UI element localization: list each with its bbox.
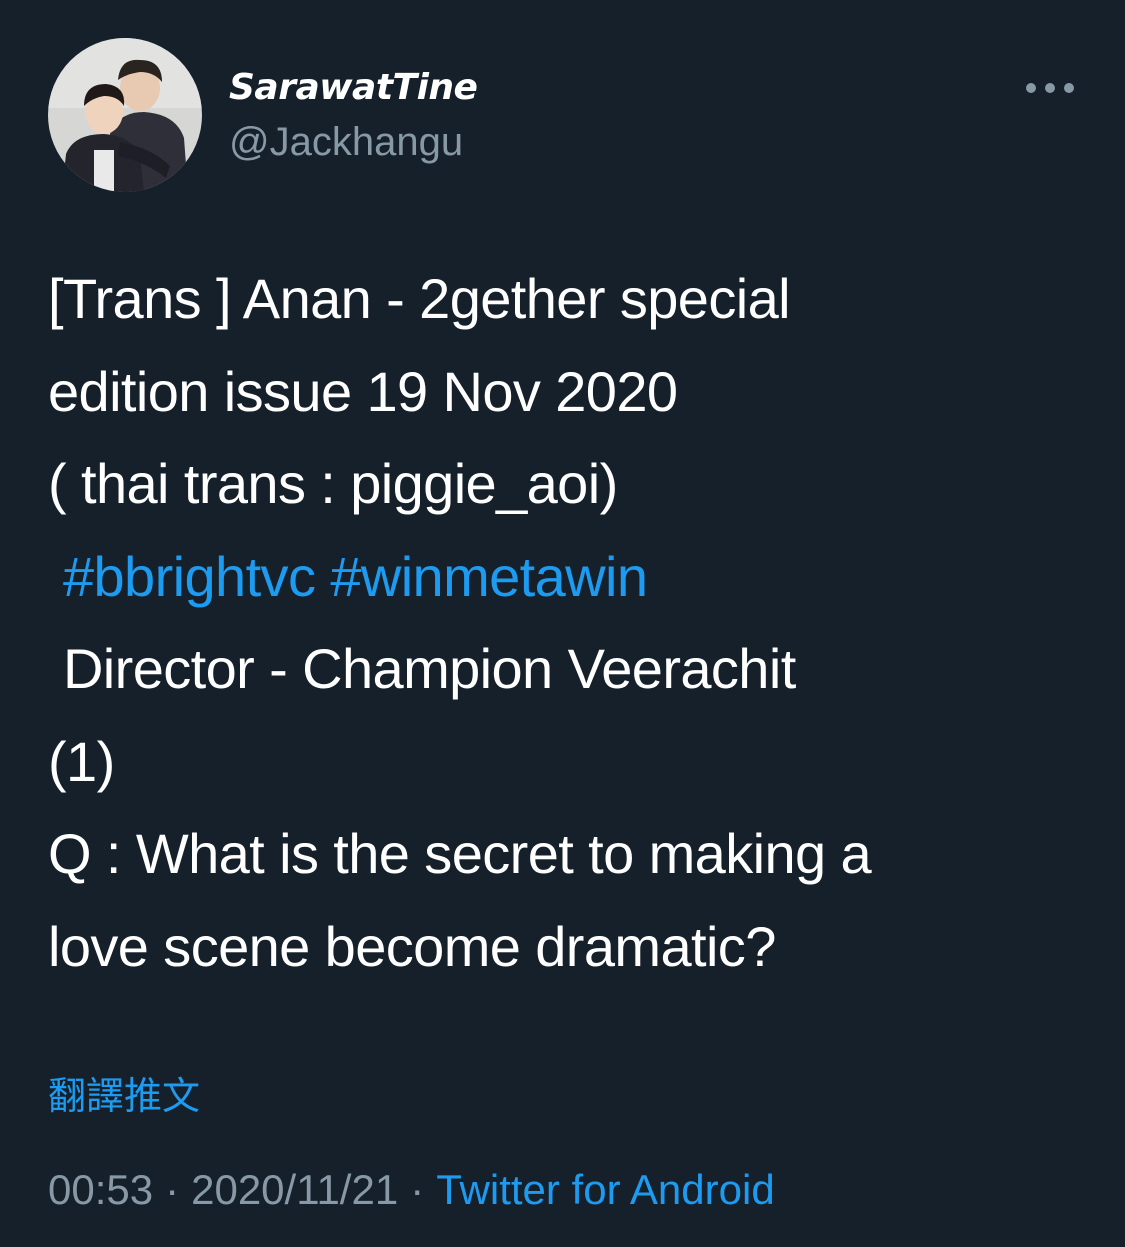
separator-dot: · xyxy=(410,1166,425,1213)
hashtag-link[interactable]: #bbrightvc xyxy=(63,545,316,608)
separator-dot: · xyxy=(165,1166,180,1213)
tweet-detail: SarawatTine @Jackhangu [Trans ] Anan - 2… xyxy=(0,0,1125,1247)
tweet-text-line: love scene become dramatic? xyxy=(48,914,776,978)
tweet-text-line: Q : What is the secret to making a xyxy=(48,822,872,885)
tweet-text-line: (1) xyxy=(48,729,115,793)
translate-tweet-link[interactable]: 翻譯推文 xyxy=(48,1072,200,1120)
tweet-metadata: 00:53 · 2020/11/21 · Twitter for Android xyxy=(48,1162,775,1218)
profile-photo-icon xyxy=(48,38,202,192)
tweet-body: [Trans ] Anan - 2gether special edition … xyxy=(48,253,1088,993)
tweet-text-line: ( thai trans : piggie_aoi) xyxy=(48,452,618,515)
display-name[interactable]: SarawatTine xyxy=(229,66,478,110)
tweet-text-line: [Trans ] Anan - 2gether special xyxy=(48,267,791,330)
tweet-time: 00:53 xyxy=(48,1166,154,1213)
more-options-button[interactable] xyxy=(1020,68,1080,108)
user-handle[interactable]: @Jackhangu xyxy=(229,118,463,166)
hashtag-line: #bbrightvc #winmetawin xyxy=(48,531,1088,624)
tweet-text-line: Director - Champion Veerachit xyxy=(48,637,796,700)
tweet-date: 2020/11/21 xyxy=(191,1166,399,1213)
hashtag-link[interactable]: #winmetawin xyxy=(330,545,648,608)
more-horizontal-icon xyxy=(1026,83,1074,93)
tweet-source-link[interactable]: Twitter for Android xyxy=(436,1166,774,1213)
avatar[interactable] xyxy=(48,38,202,192)
tweet-text-line: edition issue 19 Nov 2020 xyxy=(48,359,678,423)
